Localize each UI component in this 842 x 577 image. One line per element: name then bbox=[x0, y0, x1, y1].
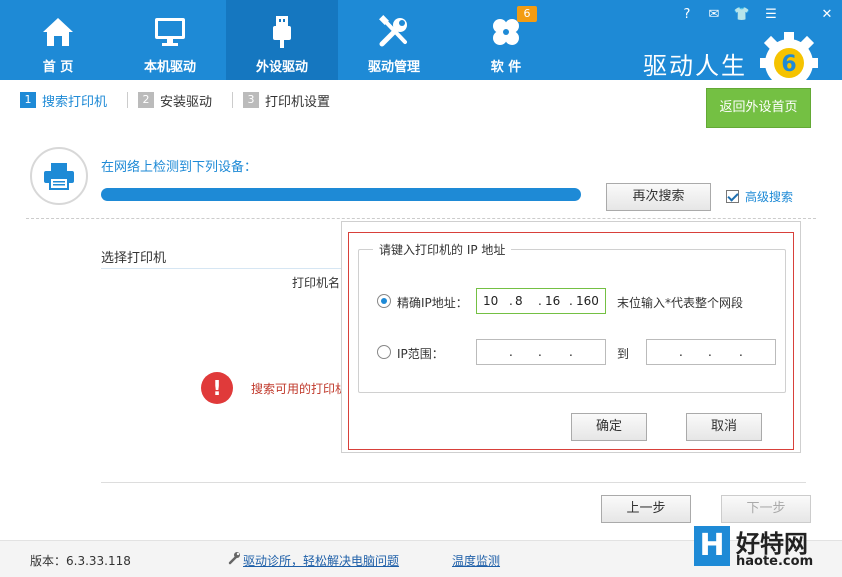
version-text: 版本：6.3.33.118 bbox=[30, 554, 131, 568]
error-message: 搜索可用的打印机 bbox=[251, 382, 348, 396]
step-indicator: 1 搜索打印机 2 安装驱动 3 打印机设置 bbox=[20, 91, 350, 110]
search-progress-bar bbox=[101, 188, 581, 201]
advanced-search-label: 高级搜索 bbox=[745, 190, 794, 204]
usb-icon bbox=[226, 14, 338, 50]
exact-ip-label: 精确IP地址： bbox=[397, 296, 468, 310]
feedback-icon[interactable]: ✉ bbox=[704, 6, 724, 24]
nav-home[interactable]: 首 页 bbox=[2, 0, 114, 80]
nav-peripheral-drivers-label: 外设驱动 bbox=[255, 60, 308, 75]
confirm-button[interactable]: 确定 bbox=[571, 413, 647, 441]
wrench-icon bbox=[228, 551, 241, 569]
ip-range-end-input[interactable]: . . . bbox=[646, 339, 776, 365]
step-divider bbox=[232, 92, 234, 108]
brand-gear-logo: 6 bbox=[756, 30, 822, 87]
advanced-search-toggle[interactable]: 高级搜索 bbox=[726, 188, 793, 205]
return-peripheral-home-button[interactable]: 返回外设首页 bbox=[706, 88, 811, 128]
ip-fieldset bbox=[358, 249, 786, 393]
skin-icon[interactable]: 👕 bbox=[732, 6, 752, 24]
search-again-button[interactable]: 再次搜索 bbox=[606, 183, 711, 211]
help-icon[interactable]: ? bbox=[677, 6, 697, 24]
step-label: 打印机设置 bbox=[265, 94, 331, 110]
ip-octet[interactable]: 160 bbox=[576, 294, 599, 308]
ip-range-radio[interactable] bbox=[377, 345, 391, 359]
ip-range-start-input[interactable]: . . . bbox=[476, 339, 606, 365]
popup-frame: 请键入打印机的 IP 地址 精确IP地址： 10 . 8 . 16 . 160 … bbox=[348, 232, 794, 450]
step-printer-settings[interactable]: 3 打印机设置 bbox=[243, 91, 330, 110]
brand-name: 驱动人生 bbox=[643, 52, 747, 80]
home-icon bbox=[2, 14, 114, 50]
prev-step-button[interactable]: 上一步 bbox=[601, 495, 691, 523]
ip-octet[interactable]: 10 bbox=[483, 294, 498, 308]
nav-peripheral-drivers[interactable]: 外设驱动 bbox=[226, 0, 338, 80]
driver-clinic-link[interactable]: 驱动诊所，轻松解决电脑问题 bbox=[243, 552, 399, 569]
select-printer-heading: 选择打印机 bbox=[101, 251, 167, 266]
top-nav-bar: 首 页 本机驱动 外设驱动 驱动管理 软 件 6 ? ✉ 👕 ☰ ✕ 驱动人生 bbox=[0, 0, 842, 87]
ip-octet[interactable]: 16 bbox=[545, 294, 560, 308]
printer-icon bbox=[30, 147, 88, 205]
cancel-button[interactable]: 取消 bbox=[686, 413, 762, 441]
step-divider bbox=[127, 92, 129, 108]
exact-ip-radio[interactable] bbox=[377, 294, 391, 308]
watermark-url: haote.com bbox=[736, 554, 814, 569]
printer-name-column-header: 打印机名 bbox=[292, 276, 341, 290]
heading-underline bbox=[101, 268, 351, 269]
step-number: 3 bbox=[243, 92, 260, 108]
tools-icon bbox=[338, 14, 450, 50]
nav-driver-management[interactable]: 驱动管理 bbox=[338, 0, 450, 80]
advanced-search-checkbox[interactable] bbox=[726, 190, 739, 203]
software-count-badge: 6 bbox=[517, 6, 537, 22]
next-step-button[interactable]: 下一步 bbox=[721, 495, 811, 523]
exact-ip-hint: 末位输入*代表整个网段 bbox=[617, 296, 744, 310]
temperature-monitor-link[interactable]: 温度监测 bbox=[452, 552, 500, 569]
detect-title: 在网络上检测到下列设备： bbox=[101, 160, 258, 175]
ip-range-label: IP范围： bbox=[397, 347, 444, 361]
step-number: 2 bbox=[138, 92, 155, 108]
section-divider bbox=[26, 218, 816, 219]
ip-range-to-label: 到 bbox=[617, 347, 630, 361]
advanced-search-popup: 请键入打印机的 IP 地址 精确IP地址： 10 . 8 . 16 . 160 … bbox=[341, 221, 801, 453]
step-search-printer[interactable]: 1 搜索打印机 bbox=[20, 91, 107, 110]
step-label: 安装驱动 bbox=[160, 94, 213, 110]
watermark-logo: H 好特网 haote.com bbox=[694, 524, 842, 577]
nav-software-label: 软 件 bbox=[490, 60, 522, 75]
exact-ip-input[interactable]: 10 . 8 . 16 . 160 bbox=[476, 288, 606, 314]
error-icon: ! bbox=[201, 372, 233, 404]
menu-icon[interactable]: ☰ bbox=[761, 6, 781, 24]
ip-fieldset-legend: 请键入打印机的 IP 地址 bbox=[373, 241, 512, 258]
monitor-icon bbox=[114, 14, 226, 50]
clover-icon bbox=[450, 14, 562, 50]
close-icon[interactable]: ✕ bbox=[817, 6, 837, 24]
watermark-h-icon: H bbox=[694, 526, 730, 566]
nav-driver-management-label: 驱动管理 bbox=[367, 60, 420, 75]
step-label: 搜索打印机 bbox=[42, 94, 108, 110]
nav-home-label: 首 页 bbox=[42, 60, 74, 75]
step-number: 1 bbox=[20, 92, 36, 108]
step-install-driver[interactable]: 2 安装驱动 bbox=[138, 91, 212, 110]
nav-software[interactable]: 软 件 bbox=[450, 0, 562, 80]
ip-octet[interactable]: 8 bbox=[515, 294, 523, 308]
nav-local-drivers-label: 本机驱动 bbox=[143, 60, 196, 75]
nav-local-drivers[interactable]: 本机驱动 bbox=[114, 0, 226, 80]
brand-version-badge: 6 bbox=[781, 52, 796, 77]
footer-divider bbox=[101, 482, 806, 483]
